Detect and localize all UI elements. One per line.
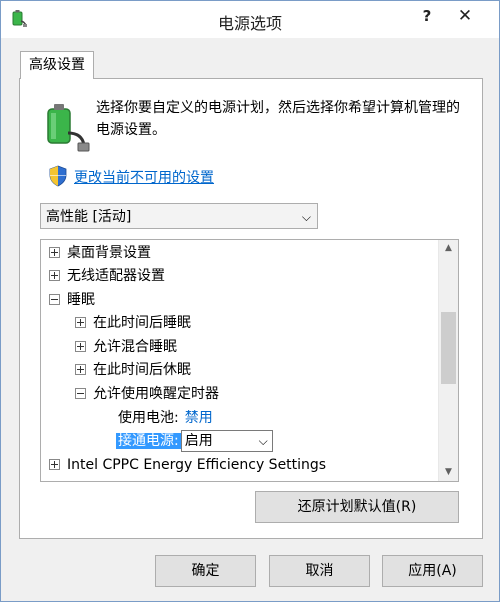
power-options-dialog: 电源选项 ? ✕ 高级设置 选择你要自定义的电源计划，然后选择你希望计算机管理的…: [0, 0, 500, 602]
apply-button[interactable]: 应用(A): [382, 555, 483, 587]
chevron-down-icon: ⌵: [258, 434, 268, 448]
uac-shield-icon: [49, 165, 67, 187]
scroll-up-icon[interactable]: ▲: [439, 240, 458, 257]
intro-text: 选择你要自定义的电源计划，然后选择你希望计算机管理的电源设置。: [96, 100, 460, 138]
title-bar: 电源选项 ? ✕: [1, 1, 499, 38]
cancel-button[interactable]: 取消: [269, 555, 370, 587]
advanced-settings-panel: 选择你要自定义的电源计划，然后选择你希望计算机管理的电源设置。 更改当前不可用的…: [19, 78, 483, 539]
plugged-in-select[interactable]: 启用 ⌵: [180, 430, 273, 452]
on-battery-label: 使用电池:: [118, 410, 179, 426]
chevron-down-icon: ⌵: [301, 210, 311, 224]
tree-item-hybrid-sleep[interactable]: 允许混合睡眠: [75, 336, 177, 358]
on-battery-value[interactable]: 禁用: [185, 410, 213, 426]
collapse-icon[interactable]: [75, 387, 86, 399]
power-settings-tree[interactable]: 桌面背景设置 无线适配器设置 睡眠 在此时间后睡眠 允许混合睡眠 在此时间后休眠…: [40, 239, 459, 482]
collapse-icon[interactable]: [49, 293, 60, 305]
tree-item-intel-cppc[interactable]: Intel CPPC Energy Efficiency Settings: [49, 454, 326, 476]
tab-advanced-settings[interactable]: 高级设置: [20, 51, 94, 79]
tree-item-desktop-background[interactable]: 桌面背景设置: [49, 242, 151, 264]
tree-item-hibernate-after[interactable]: 在此时间后休眠: [75, 359, 191, 381]
restore-defaults-button[interactable]: 还原计划默认值(R): [255, 491, 459, 523]
setting-plugged-in: 接通电源: 启用 ⌵: [116, 430, 273, 452]
plugged-in-label: 接通电源:: [116, 433, 181, 449]
expand-icon[interactable]: [75, 363, 86, 375]
expand-icon[interactable]: [75, 316, 86, 328]
expand-icon[interactable]: [49, 269, 60, 281]
scroll-down-icon[interactable]: ▼: [439, 464, 458, 481]
power-plan-value: 高性能 [活动]: [46, 209, 132, 225]
close-button[interactable]: ✕: [447, 5, 483, 27]
tree-item-sleep-after[interactable]: 在此时间后睡眠: [75, 312, 191, 334]
tree-item-wireless-adapter[interactable]: 无线适配器设置: [49, 265, 165, 287]
tree-scrollbar[interactable]: ▲ ▼: [438, 240, 458, 481]
change-unavailable-settings-link[interactable]: 更改当前不可用的设置: [74, 167, 214, 187]
tree-item-wake-timers[interactable]: 允许使用唤醒定时器: [75, 383, 219, 405]
battery-plug-icon: [47, 104, 90, 152]
help-button[interactable]: ?: [409, 5, 445, 27]
expand-icon[interactable]: [49, 246, 60, 258]
expand-icon[interactable]: [49, 458, 60, 470]
power-plan-select[interactable]: 高性能 [活动] ⌵: [40, 203, 318, 229]
expand-icon[interactable]: [75, 340, 86, 352]
setting-on-battery: 使用电池: 禁用: [118, 407, 213, 429]
plugged-in-value: 启用: [184, 433, 213, 449]
ok-button[interactable]: 确定: [155, 555, 256, 587]
tree-item-sleep[interactable]: 睡眠: [49, 289, 95, 311]
scrollbar-thumb[interactable]: [441, 312, 456, 384]
